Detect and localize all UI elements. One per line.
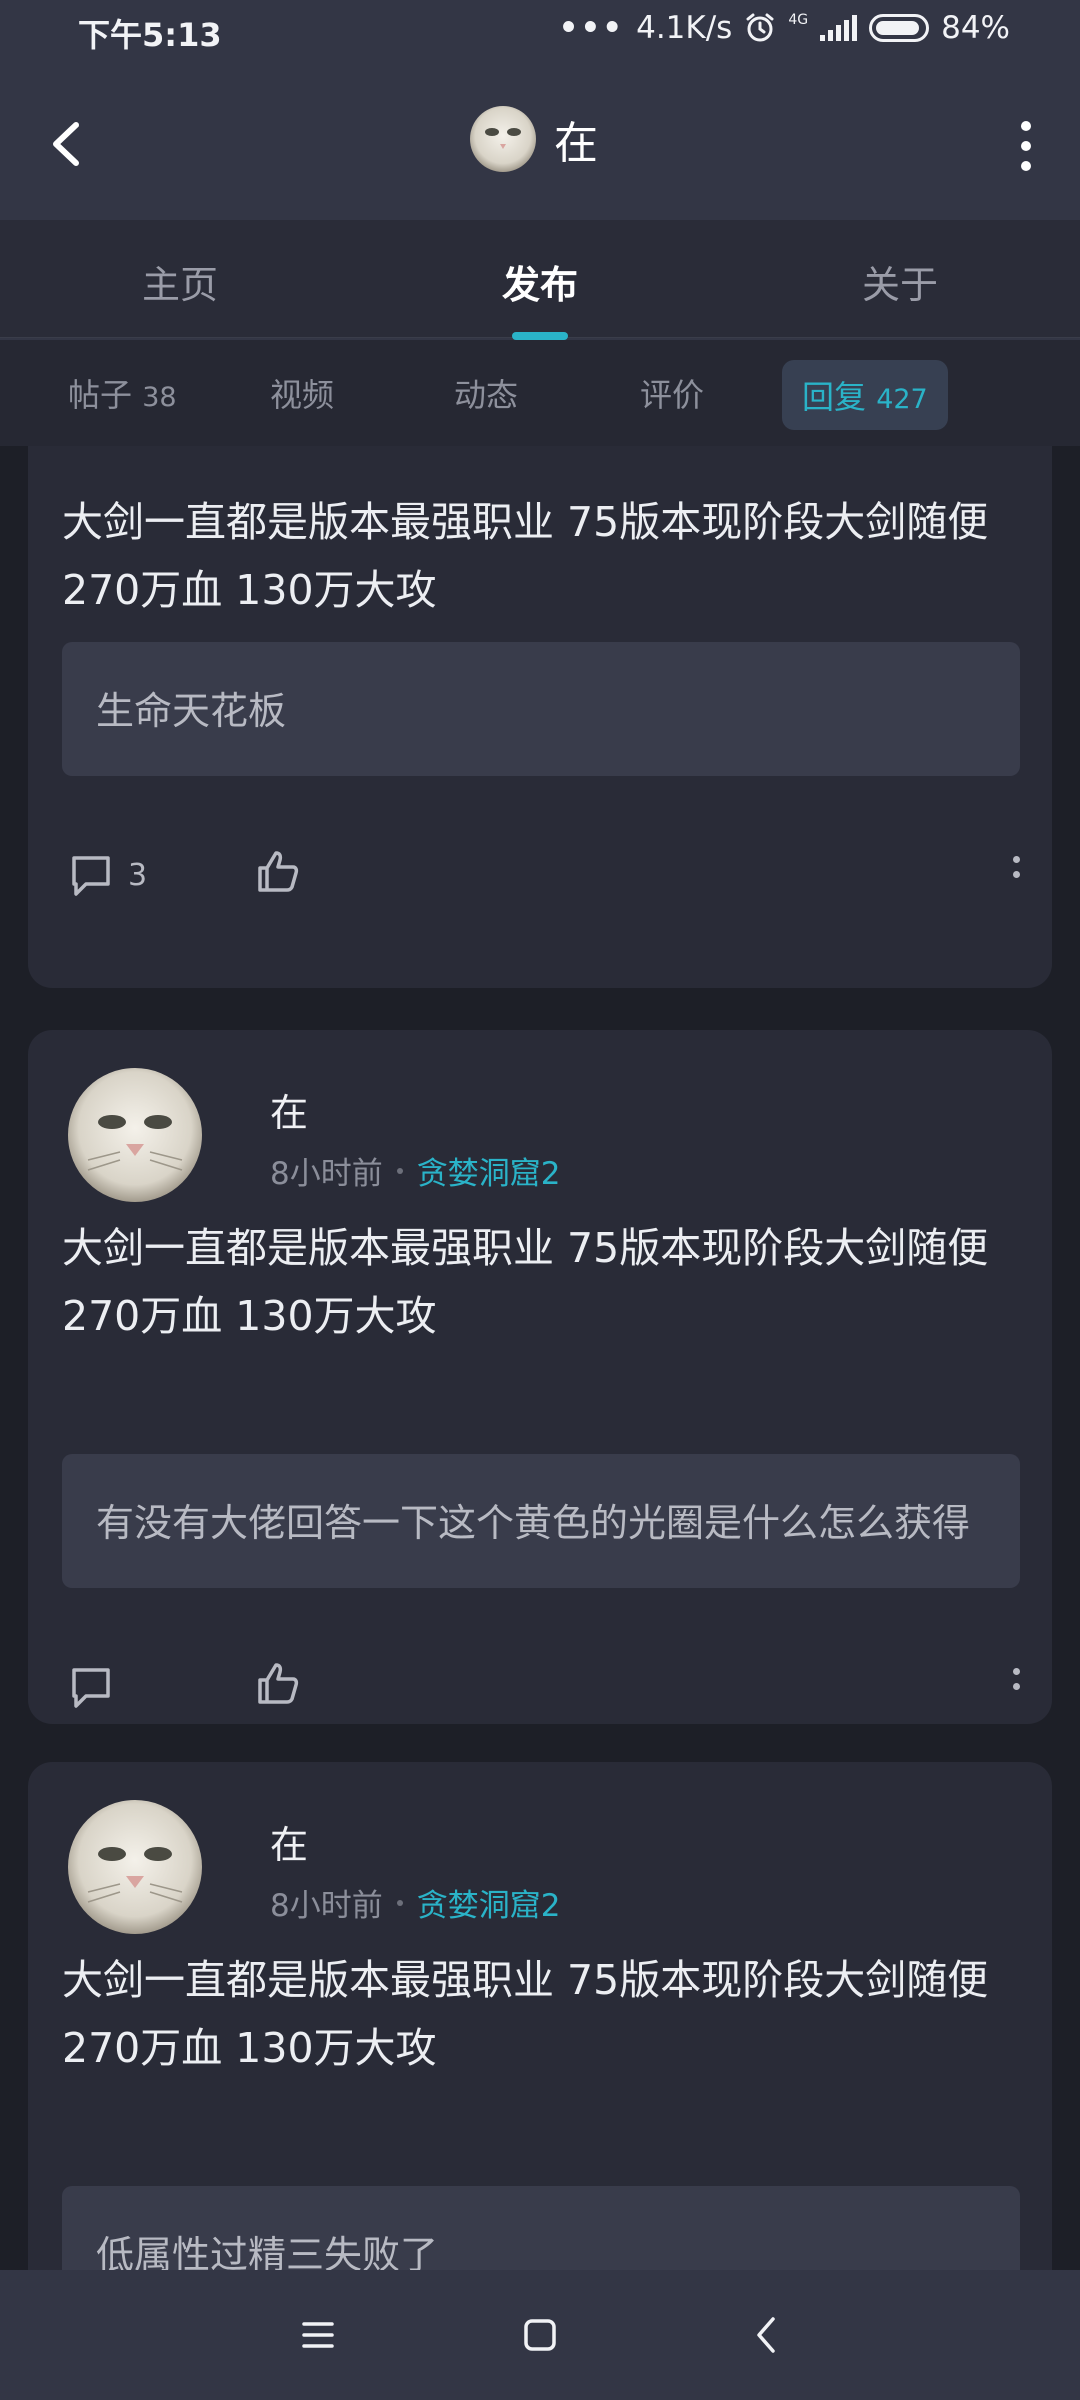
subtab-count: 427 bbox=[876, 384, 928, 415]
subtab-posts[interactable]: 帖子 38 bbox=[68, 370, 177, 416]
post-text: 大剑一直都是版本最强职业 75版本现阶段大剑随便270万血 130万大攻 bbox=[62, 1224, 989, 1340]
forum-link[interactable]: 贪婪洞窟2 bbox=[417, 1148, 561, 1193]
like-button[interactable] bbox=[254, 848, 302, 900]
home-button[interactable] bbox=[510, 2310, 570, 2360]
card-more-icon[interactable] bbox=[1004, 856, 1028, 878]
reply-feed: 大剑一直都是版本最强职业 75版本现阶段大剑随便270万血 130万大攻 生命天… bbox=[0, 446, 1080, 2270]
post-meta: 8小时前 贪婪洞窟2 bbox=[270, 1880, 560, 1925]
battery-level: 84% bbox=[941, 10, 1010, 46]
avatar[interactable] bbox=[68, 1800, 202, 1934]
subtab-label: 帖子 bbox=[68, 376, 133, 414]
card-header: 在 8小时前 贪婪洞窟2 bbox=[68, 1800, 1008, 1936]
comment-button[interactable]: 3 bbox=[68, 852, 147, 898]
author-name[interactable]: 在 bbox=[270, 1082, 308, 1137]
card-actions: 3 bbox=[68, 842, 1028, 912]
status-time: 下午5:13 bbox=[78, 16, 222, 54]
quoted-text: 生命天花板 bbox=[96, 689, 287, 733]
battery-icon bbox=[869, 14, 930, 42]
sub-tabs: 帖子 38 视频 动态 评价 回复 427 bbox=[0, 340, 1080, 446]
more-dots-icon: ••• bbox=[558, 10, 625, 46]
title-group[interactable]: 在 bbox=[470, 106, 598, 172]
comment-icon bbox=[72, 856, 110, 896]
subtab-replies[interactable]: 回复 427 bbox=[782, 360, 948, 430]
quoted-post[interactable]: 有没有大佬回答一下这个黄色的光圈是什么怎么获得 bbox=[62, 1454, 1020, 1588]
subtab-videos[interactable]: 视频 bbox=[270, 370, 334, 416]
thumbs-up-icon bbox=[258, 851, 299, 892]
quoted-text: 低属性过精三失败了 bbox=[96, 2233, 439, 2270]
dot-separator bbox=[396, 1899, 403, 1906]
signal-icon bbox=[820, 15, 858, 41]
header-area: 下午5:13 ••• 4.1K/s 4G 84% 在 主页 发布 关于 bbox=[0, 0, 1080, 340]
post-meta: 8小时前 贪婪洞窟2 bbox=[270, 1148, 560, 1193]
comment-count: 3 bbox=[128, 857, 148, 893]
network-type: 4G bbox=[788, 12, 809, 28]
dot-separator bbox=[396, 1167, 403, 1174]
quoted-post[interactable]: 低属性过精三失败了 bbox=[62, 2186, 1020, 2270]
comment-icon bbox=[72, 1668, 110, 1708]
tab-publish[interactable]: 发布 bbox=[502, 254, 578, 309]
reply-card[interactable]: 在 8小时前 贪婪洞窟2 大剑一直都是版本最强职业 75版本现阶段大剑随便270… bbox=[28, 1762, 1052, 2270]
post-text: 大剑一直都是版本最强职业 75版本现阶段大剑随便270万血 130万大攻 bbox=[62, 498, 989, 614]
post-time: 8小时前 bbox=[270, 1888, 383, 1924]
forum-link[interactable]: 贪婪洞窟2 bbox=[417, 1880, 561, 1925]
back-button[interactable] bbox=[36, 114, 96, 174]
page-title: 在 bbox=[554, 118, 598, 169]
quoted-post[interactable]: 生命天花板 bbox=[62, 642, 1020, 776]
menu-icon bbox=[302, 2322, 334, 2348]
like-button[interactable] bbox=[254, 1660, 302, 1712]
more-vertical-icon[interactable] bbox=[1006, 116, 1046, 176]
net-speed: 4.1K/s bbox=[636, 10, 733, 46]
tab-about[interactable]: 关于 bbox=[862, 254, 938, 309]
avatar[interactable] bbox=[68, 1068, 202, 1202]
comment-button[interactable] bbox=[68, 1664, 128, 1710]
card-actions bbox=[68, 1654, 1028, 1724]
system-nav-bar bbox=[0, 2270, 1080, 2400]
back-icon bbox=[53, 122, 79, 166]
title-bar: 在 bbox=[0, 66, 1080, 218]
home-square-icon bbox=[524, 2319, 556, 2351]
status-right: ••• 4.1K/s 4G 84% bbox=[559, 10, 1010, 46]
reply-card[interactable]: 在 8小时前 贪婪洞窟2 大剑一直都是版本最强职业 75版本现阶段大剑随便270… bbox=[28, 1030, 1052, 1724]
main-tabs: 主页 发布 关于 bbox=[0, 220, 1080, 340]
status-bar: 下午5:13 ••• 4.1K/s 4G 84% bbox=[0, 0, 1080, 66]
alarm-icon bbox=[746, 13, 774, 42]
author-name[interactable]: 在 bbox=[270, 1814, 308, 1869]
subtab-moments[interactable]: 动态 bbox=[454, 370, 518, 416]
avatar[interactable] bbox=[470, 106, 536, 172]
nav-back-button[interactable] bbox=[736, 2310, 796, 2360]
card-more-icon[interactable] bbox=[1004, 1668, 1028, 1690]
subtab-label: 回复 bbox=[802, 378, 867, 416]
tab-indicator bbox=[512, 332, 568, 340]
quoted-text: 有没有大佬回答一下这个黄色的光圈是什么怎么获得 bbox=[96, 1501, 971, 1545]
reply-card[interactable]: 大剑一直都是版本最强职业 75版本现阶段大剑随便270万血 130万大攻 生命天… bbox=[28, 446, 1052, 988]
subtab-reviews[interactable]: 评价 bbox=[640, 370, 704, 416]
post-time: 8小时前 bbox=[270, 1156, 383, 1192]
post-text: 大剑一直都是版本最强职业 75版本现阶段大剑随便270万血 130万大攻 bbox=[62, 1956, 989, 2072]
back-chevron-icon bbox=[757, 2317, 775, 2353]
card-header: 在 8小时前 贪婪洞窟2 bbox=[68, 1068, 1008, 1204]
menu-button[interactable] bbox=[288, 2310, 348, 2360]
tab-home[interactable]: 主页 bbox=[142, 254, 218, 309]
thumbs-up-icon bbox=[258, 1663, 299, 1704]
subtab-count: 38 bbox=[142, 382, 177, 413]
